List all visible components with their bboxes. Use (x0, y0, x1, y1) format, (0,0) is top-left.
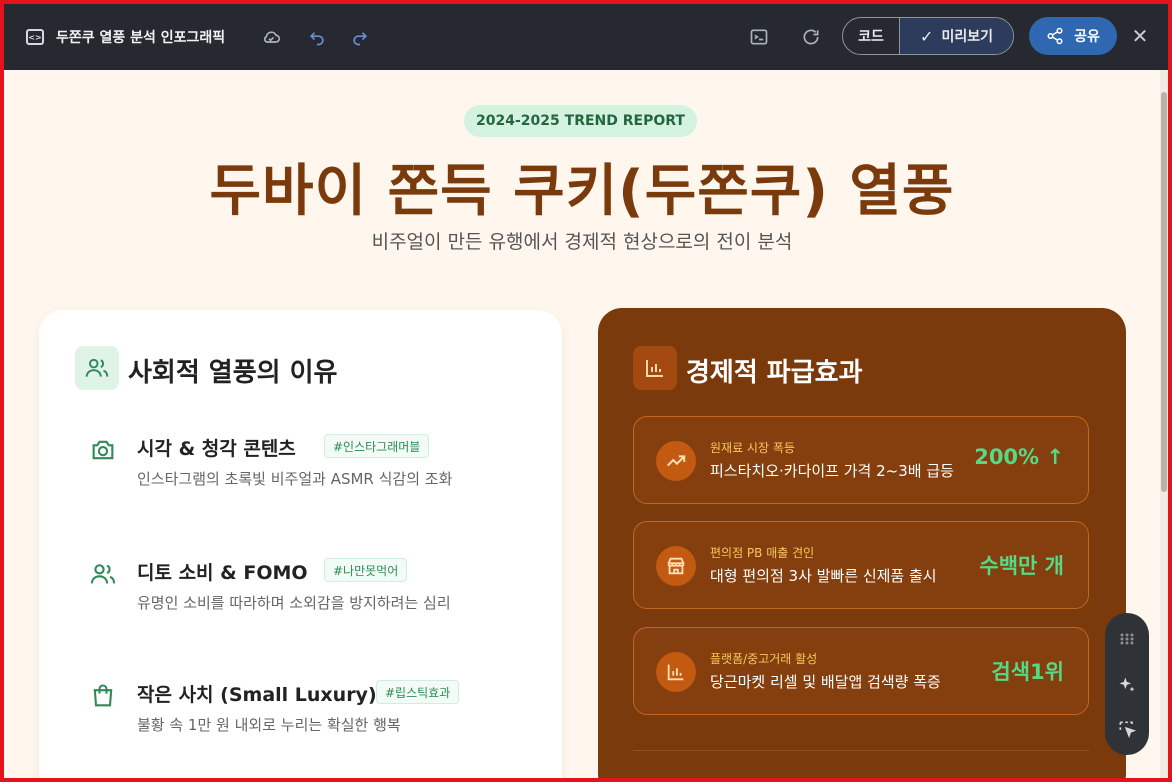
floating-tool-palette (1105, 613, 1149, 755)
document-title: 두쫀쿠 열풍 분석 인포그래픽 (56, 30, 226, 46)
sparkle-edit-icon[interactable] (1117, 675, 1137, 695)
page-title: 두바이 쫀득 쿠키(두쫀쿠) 열풍 (209, 159, 955, 224)
preview-tab-label: 미리보기 (941, 29, 993, 45)
code-document-icon: <> (26, 29, 44, 45)
share-label: 공유 (1074, 29, 1100, 45)
economic-label: 편의점 PB 매출 견인 (710, 546, 815, 560)
reason-description: 불황 속 1만 원 내외로 누리는 확실한 행복 (137, 716, 401, 734)
users-icon (89, 560, 117, 588)
economic-value: 200% ↑ (974, 445, 1064, 469)
scrollbar-thumb[interactable] (1161, 92, 1167, 492)
select-element-icon[interactable] (1117, 719, 1137, 739)
check-icon: ✓ (920, 26, 934, 46)
share-button[interactable]: 공유 (1029, 17, 1117, 55)
reason-title: 작은 사치 (Small Luxury) (137, 684, 377, 706)
terminal-icon[interactable] (748, 26, 770, 48)
top-toolbar: <> 두쫀쿠 열풍 분석 인포그래픽 코드 ✓ 미리보기 공유 ✕ (4, 4, 1168, 70)
economic-label: 원재료 시장 폭등 (710, 441, 795, 455)
economic-value: 수백만 개 (979, 554, 1064, 578)
bar-chart-icon (633, 346, 677, 390)
app-frame: <> 두쫀쿠 열풍 분석 인포그래픽 코드 ✓ 미리보기 공유 ✕ 2024-2… (0, 0, 1172, 782)
view-mode-toggle: 코드 ✓ 미리보기 (842, 17, 1014, 55)
reason-hashtag: #립스틱효과 (376, 680, 460, 704)
economic-description: 피스타치오·카다이프 가격 2~3배 급등 (710, 462, 954, 480)
reason-title: 시각 & 청각 콘텐츠 (137, 438, 296, 460)
camera-icon (89, 436, 117, 464)
economic-item: 원재료 시장 폭등 피스타치오·카다이프 가격 2~3배 급등 200% ↑ (633, 416, 1089, 504)
economic-item: 플랫폼/중고거래 활성 당근마켓 리셀 및 배달앱 검색량 폭증 검색1위 (633, 627, 1089, 715)
users-icon (75, 346, 119, 390)
bar-chart-icon (656, 652, 696, 692)
page-subtitle: 비주얼이 만든 유행에서 경제적 현상으로의 전이 분석 (371, 231, 793, 253)
vertical-scrollbar[interactable] (1160, 70, 1168, 778)
preview-tab[interactable]: ✓ 미리보기 (899, 18, 1013, 54)
report-badge: 2024-2025 TREND REPORT (464, 105, 697, 137)
code-tab[interactable]: 코드 (843, 18, 899, 54)
refresh-icon[interactable] (800, 26, 822, 48)
undo-icon[interactable] (306, 26, 328, 48)
redo-icon[interactable] (349, 26, 371, 48)
social-card-title: 사회적 열풍의 이유 (128, 358, 338, 388)
reason-hashtag: #나만못먹어 (324, 558, 408, 582)
economic-description: 당근마켓 리셀 및 배달앱 검색량 폭증 (710, 673, 941, 691)
economic-effects-card: 경제적 파급효과 원재료 시장 폭등 피스타치오·카다이프 가격 2~3배 급등… (598, 308, 1126, 778)
economic-description: 대형 편의점 3사 발빠른 신제품 출시 (710, 567, 937, 585)
drag-handle-icon[interactable] (1117, 629, 1137, 649)
economic-label: 플랫폼/중고거래 활성 (710, 652, 818, 666)
shopping-bag-icon (89, 682, 117, 710)
store-icon (656, 546, 696, 586)
reason-hashtag: #인스타그래머블 (324, 434, 430, 458)
cloud-icon[interactable] (260, 26, 282, 48)
close-button[interactable]: ✕ (1129, 24, 1151, 48)
share-icon (1047, 27, 1063, 45)
divider (633, 750, 1089, 751)
economic-value: 검색1위 (991, 660, 1064, 684)
economic-card-title: 경제적 파급효과 (686, 358, 863, 388)
social-reasons-card: 사회적 열풍의 이유 시각 & 청각 콘텐츠 #인스타그래머블 인스타그램의 초… (39, 310, 562, 778)
reason-description: 인스타그램의 초록빛 비주얼과 ASMR 식감의 조화 (137, 470, 453, 488)
economic-item: 편의점 PB 매출 견인 대형 편의점 3사 발빠른 신제품 출시 수백만 개 (633, 521, 1089, 609)
trending-up-icon (656, 441, 696, 481)
reason-description: 유명인 소비를 따라하며 소외감을 방지하려는 심리 (137, 594, 451, 612)
reason-title: 디토 소비 & FOMO (137, 562, 308, 584)
